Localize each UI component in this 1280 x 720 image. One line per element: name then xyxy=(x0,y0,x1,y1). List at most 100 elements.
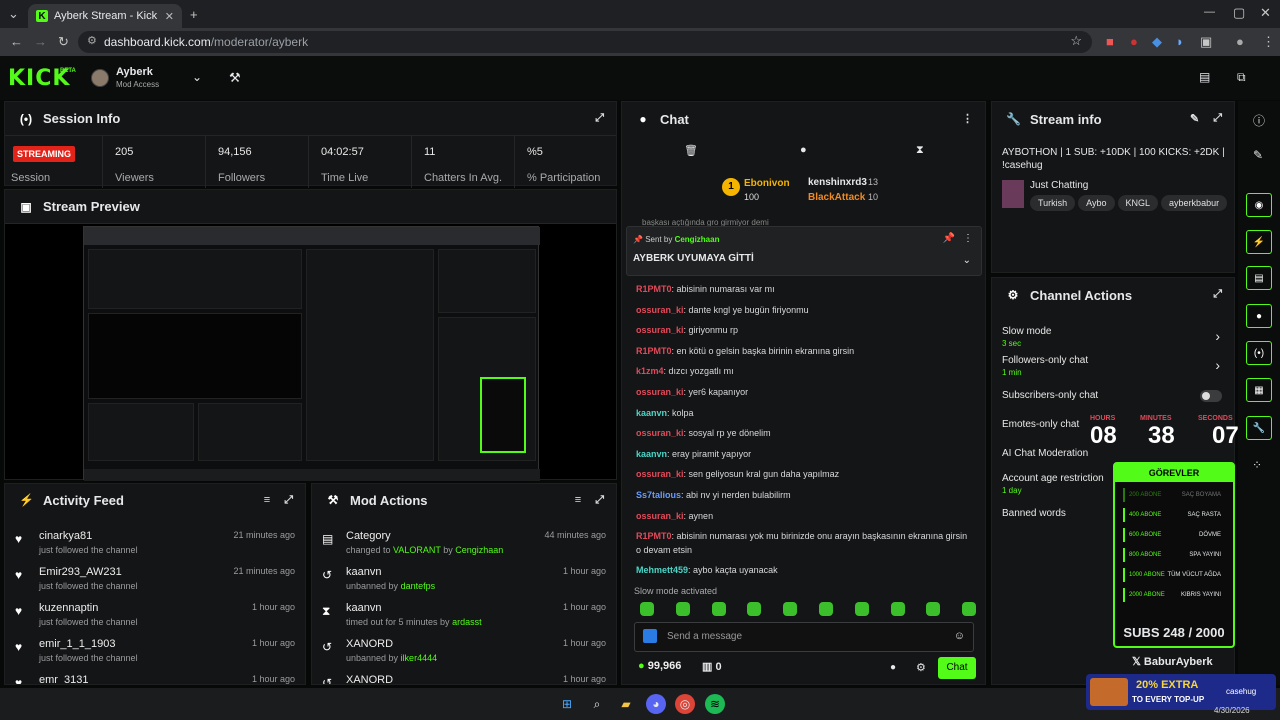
gifter-two-name[interactable]: kenshinxrd3 xyxy=(808,177,867,188)
rail-wrench-button[interactable]: 🔧 xyxy=(1246,416,1272,440)
emote-icon[interactable] xyxy=(783,602,798,616)
chat-username[interactable]: Mehmett459 xyxy=(636,565,688,575)
stream-video[interactable] xyxy=(83,226,540,481)
back-icon[interactable]: ← xyxy=(10,34,23,49)
chat-message[interactable]: Ss7talious: abi nv yi nerden bulabilirm xyxy=(636,488,969,502)
chat-bubble-icon[interactable]: ● xyxy=(890,662,896,673)
emote-icon[interactable] xyxy=(747,602,762,616)
promo-banner[interactable]: 20% EXTRA TO EVERY TOP-UP casehug xyxy=(1086,674,1276,710)
emote-icon[interactable] xyxy=(819,602,833,616)
rail-broadcast-button[interactable]: (•) xyxy=(1246,341,1272,365)
chat-message[interactable]: kaanvn: eray piramit yapıyor xyxy=(636,447,969,461)
forward-icon[interactable]: → xyxy=(34,34,47,49)
hourglass-icon[interactable]: ⧗ xyxy=(916,144,924,157)
chat-message[interactable]: R1PMT0: en kötü o gelsin başka birinin e… xyxy=(636,344,969,358)
chat-message[interactable]: ossuran_ki: yer6 kapanıyor xyxy=(636,385,969,399)
avatar[interactable] xyxy=(91,69,109,87)
browser-tab[interactable]: K Ayberk Stream - Kick Dashboard ✕ xyxy=(28,4,182,28)
site-info-icon[interactable]: ⚙ xyxy=(87,34,97,47)
expand-icon[interactable]: ⤢ xyxy=(595,494,604,507)
minimize-icon[interactable]: — xyxy=(1204,6,1215,18)
emote-icon[interactable] xyxy=(675,602,690,616)
new-tab-icon[interactable]: + xyxy=(190,7,198,22)
emote-icon[interactable] xyxy=(890,602,905,616)
chat-message[interactable]: ossuran_ki: aynen xyxy=(636,509,969,523)
chat-username[interactable]: R1PMT0 xyxy=(636,346,672,356)
spotify-icon[interactable]: ≋ xyxy=(705,694,725,714)
rail-camera-button[interactable]: ◉ xyxy=(1246,193,1272,217)
pinned-message[interactable]: 📌 Sent by Cengizhaan AYBERK UYUMAYA GİTT… xyxy=(626,226,982,276)
emoji-icon[interactable]: ☺ xyxy=(954,630,965,642)
extensions-puzzle-icon[interactable]: ▣ xyxy=(1200,34,1212,50)
profile-icon[interactable]: ● xyxy=(1236,34,1244,49)
chat-username[interactable]: ossuran_ki xyxy=(636,387,684,397)
file-explorer-icon[interactable]: ▰ xyxy=(616,694,636,714)
list-item[interactable]: ▤ Category changed to VALORANT by Cengizha… xyxy=(312,524,616,560)
tag-chip[interactable]: Turkish xyxy=(1030,195,1076,211)
chat-username[interactable]: R1PMT0 xyxy=(636,531,672,541)
edit-pencil-icon[interactable]: ✎ xyxy=(1190,112,1199,125)
chat-message[interactable]: ossuran_ki: sen geliyosun kral gun daha … xyxy=(636,467,969,481)
bookmark-star-icon[interactable]: ☆ xyxy=(1070,33,1082,49)
close-window-icon[interactable]: ✕ xyxy=(1260,5,1271,21)
emote-icon[interactable] xyxy=(926,602,941,616)
list-item[interactable]: ♥ emr_3131 1 hour ago xyxy=(5,668,305,684)
more-options-icon[interactable]: ⁘ xyxy=(1252,458,1262,472)
chat-username[interactable]: ossuran_ki xyxy=(636,428,684,438)
rail-layout-button[interactable]: ▦ xyxy=(1246,378,1272,402)
top-gifter-name[interactable]: Ebonivon xyxy=(744,178,790,189)
filter-icon[interactable]: ≡ xyxy=(575,494,581,507)
chat-username[interactable]: k1zm4 xyxy=(636,366,664,376)
list-item[interactable]: ↺ kaanvn unbanned by dantefps 1 hour ago xyxy=(312,560,616,596)
chat-message[interactable]: ossuran_ki: sosyal rp ye dönelim xyxy=(636,426,969,440)
discord-icon[interactable]: ◕ xyxy=(646,694,666,714)
chat-message[interactable]: R1PMT0: abisinin numarası yok mu biriniz… xyxy=(636,529,969,557)
list-item[interactable]: ⧗ kaanvn timed out for 5 minutes by ardass… xyxy=(312,596,616,632)
layout-icon[interactable]: ▤ xyxy=(1199,70,1210,84)
chat-username[interactable]: Ss7talious xyxy=(636,490,681,500)
extension-icon-3[interactable]: ◆ xyxy=(1152,34,1162,50)
windows-start-icon[interactable]: ⊞ xyxy=(557,694,577,714)
gifts-display[interactable]: ▥ 0 xyxy=(702,660,722,673)
search-icon[interactable]: ⌕ xyxy=(587,694,607,714)
send-chat-button[interactable]: Chat xyxy=(938,657,976,679)
chat-username[interactable]: ossuran_ki xyxy=(636,325,684,335)
edit-icon[interactable]: ✎ xyxy=(1253,148,1263,162)
close-tab-icon[interactable]: ✕ xyxy=(165,10,174,23)
chat-message[interactable]: Mehmett459: aybo kaçta uyanacak xyxy=(636,563,969,577)
expand-icon[interactable]: ⤢ xyxy=(1213,288,1222,301)
chat-username[interactable]: R1PMT0 xyxy=(636,284,672,294)
chat-message[interactable]: ossuran_ki: giriyonmu rp xyxy=(636,323,969,337)
chat-message[interactable]: ossuran_ki: dante kngl ye bugün firiyonm… xyxy=(636,303,969,317)
chat-username[interactable]: ossuran_ki xyxy=(636,511,684,521)
chat-message[interactable]: R1PMT0: abisinin numarası var mı xyxy=(636,282,969,296)
collapse-chevron-icon[interactable]: ⌄ xyxy=(963,255,971,266)
tab-search-icon[interactable]: ⌄ xyxy=(8,6,19,22)
chat-message[interactable]: k1zm4: dızcı yozgatlı mı xyxy=(636,364,969,378)
expand-icon[interactable]: ⤢ xyxy=(1213,112,1222,125)
unpin-icon[interactable]: 📌 xyxy=(943,233,955,244)
maximize-icon[interactable]: ▢ xyxy=(1233,5,1245,21)
browser-menu-icon[interactable]: ⋮ xyxy=(1262,34,1275,50)
chat-mode-icon[interactable]: ● xyxy=(800,144,807,156)
chat-username[interactable]: ossuran_ki xyxy=(636,305,684,315)
moderation-hammer-icon[interactable]: ⚒ xyxy=(229,70,241,86)
rail-lightning-button[interactable]: ⚡ xyxy=(1246,230,1272,254)
emote-icon[interactable] xyxy=(640,602,654,616)
points-display[interactable]: ● 99,966 xyxy=(638,660,681,672)
category-name[interactable]: Just Chatting xyxy=(1030,180,1088,191)
reload-icon[interactable]: ↻ xyxy=(58,34,69,50)
expand-icon[interactable]: ⤢ xyxy=(595,112,604,125)
list-item[interactable]: ♥ kuzennaptin just followed the channel 1 h… xyxy=(5,596,305,632)
chat-message[interactable]: kaanvn: kolpa xyxy=(636,406,969,420)
info-icon[interactable]: ⓘ xyxy=(1253,112,1265,129)
tag-chip[interactable]: Aybo xyxy=(1078,195,1115,211)
list-item[interactable]: ♥ cinarkya81 just followed the channel 21 m… xyxy=(5,524,305,560)
chat-menu-icon[interactable]: ⋮ xyxy=(962,112,973,125)
channel-switch-chevron-icon[interactable]: ⌄ xyxy=(192,70,202,84)
extension-icon-4[interactable]: ◗ xyxy=(1176,34,1184,49)
list-item[interactable]: ♥ Emir293_AW231 just followed the channel 2… xyxy=(5,560,305,596)
list-item[interactable]: ♥ emir_1_1_1903 just followed the channel 1… xyxy=(5,632,305,668)
emote-icon[interactable] xyxy=(962,602,977,616)
emote-icon[interactable] xyxy=(854,602,869,616)
